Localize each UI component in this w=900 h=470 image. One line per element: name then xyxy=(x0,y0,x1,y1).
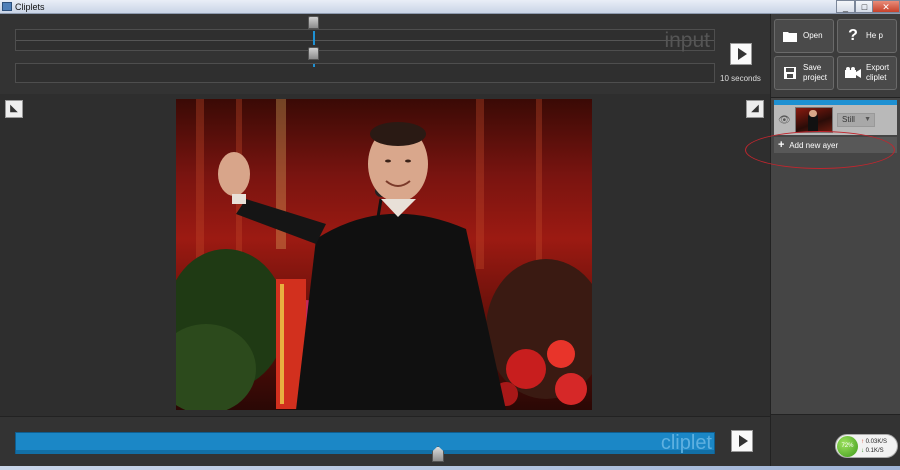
help-label: He p xyxy=(866,31,883,40)
input-range-handle[interactable] xyxy=(308,47,319,60)
input-track[interactable]: input xyxy=(15,29,715,52)
camera-icon xyxy=(844,64,862,82)
play-icon xyxy=(738,435,748,447)
upload-speed: ↑ 0.03K/S xyxy=(861,439,888,445)
collapse-right-icon[interactable]: ◢ xyxy=(746,100,764,118)
window-title: Cliplets xyxy=(15,2,45,12)
video-frame[interactable] xyxy=(176,99,592,410)
input-timeline-area: input 10 seconds xyxy=(0,14,770,94)
chevron-down-icon: ▼ xyxy=(864,116,871,123)
folder-icon xyxy=(781,27,799,45)
duration-label: 10 seconds xyxy=(720,74,761,83)
cliplet-track[interactable]: cliplet xyxy=(15,432,715,454)
input-range-track[interactable] xyxy=(15,63,715,83)
open-label: Open xyxy=(803,31,823,40)
cliplet-track-fill xyxy=(16,450,714,454)
layer-thumbnail xyxy=(795,107,833,133)
input-label: input xyxy=(664,29,710,52)
floppy-icon xyxy=(781,64,799,82)
collapse-left-icon[interactable]: ◣ xyxy=(5,100,23,118)
track-guide xyxy=(16,40,714,41)
playhead-marker xyxy=(313,31,315,45)
play-icon xyxy=(737,48,747,60)
input-start-handle[interactable] xyxy=(308,16,319,29)
app-icon xyxy=(2,2,12,11)
cliplet-play-button[interactable] xyxy=(731,430,753,452)
export-cliplet-button[interactable]: Export cliplet xyxy=(837,56,897,90)
question-icon: ? xyxy=(848,27,858,44)
network-percent: 72% xyxy=(837,436,858,457)
cliplet-label: cliplet xyxy=(660,432,712,454)
save-project-button[interactable]: Save project xyxy=(774,56,834,90)
layer-type-value: Still xyxy=(842,115,855,124)
right-panel: Open ? He p Save project Export cliplet … xyxy=(745,14,900,470)
playhead-dot xyxy=(313,64,315,67)
open-button[interactable]: Open xyxy=(774,19,834,53)
eye-icon[interactable]: 👁 xyxy=(778,115,791,126)
close-button[interactable]: ✕ xyxy=(872,0,900,13)
layer-type-select[interactable]: Still ▼ xyxy=(837,113,875,127)
export-label: Export cliplet xyxy=(866,63,890,82)
save-label: Save project xyxy=(803,63,828,82)
video-area: ◣ ◢ xyxy=(0,94,770,416)
annotation-ellipse xyxy=(745,131,895,169)
layers-panel: 👁 Still ▼ + Add new ayer xyxy=(745,97,900,414)
minimize-button[interactable]: _ xyxy=(836,0,855,13)
help-button[interactable]: ? He p xyxy=(837,19,897,53)
title-bar: Cliplets _ □ ✕ xyxy=(0,0,900,14)
cliplet-timeline-area: cliplet xyxy=(0,416,770,470)
taskbar-strip xyxy=(0,466,900,470)
status-area: 72% ↑ 0.03K/S ↓ 0.1K/S xyxy=(771,414,900,470)
download-speed: ↓ 0.1K/S xyxy=(861,448,884,454)
input-play-button[interactable] xyxy=(730,43,752,65)
network-meter: 72% ↑ 0.03K/S ↓ 0.1K/S xyxy=(835,434,898,458)
video-image xyxy=(176,99,592,410)
